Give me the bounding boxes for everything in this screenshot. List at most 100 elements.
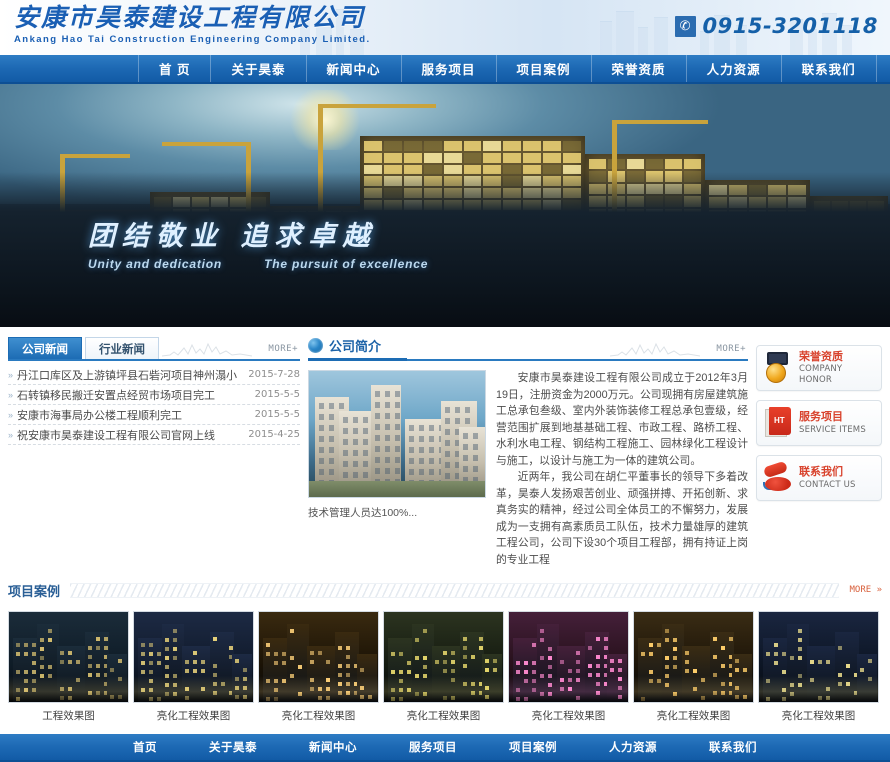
company-profile-panel: 公司简介 MORE+ 技术管理人员达100%... 安康市昊泰建设工程有限公司成… <box>308 335 748 568</box>
profile-photo-window <box>463 444 468 450</box>
profile-more-link[interactable]: MORE+ <box>716 344 746 354</box>
news-list-item[interactable]: » 丹江口库区及上游镇坪县石砦河项目神州溻小 2015-7-28 <box>8 365 300 385</box>
header-phone: ✆ 0915-3201118 <box>675 14 878 38</box>
quick-link-服务项目[interactable]: 服务项目SERVICE ITEMS <box>756 400 882 446</box>
project-case-window <box>201 660 205 664</box>
project-case-window <box>415 656 419 660</box>
project-case-window <box>774 652 778 656</box>
project-case-window <box>48 629 52 633</box>
footer-nav-item-4[interactable]: 服务项目 <box>409 739 457 755</box>
news-tab-1[interactable]: 公司新闻 <box>8 337 82 359</box>
footer-nav-item-2[interactable]: 关于昊泰 <box>209 739 257 755</box>
news-list-item[interactable]: » 石转镇移民搬迁安置点经贸市场项目完工 2015-5-5 <box>8 385 300 405</box>
hero-window <box>444 141 462 151</box>
profile-photo[interactable] <box>308 370 486 498</box>
nav-left-spacer <box>0 55 138 82</box>
nav-item-3[interactable]: 新闻中心 <box>307 55 402 82</box>
project-case-item[interactable]: 亮化工程效果图 <box>633 611 754 723</box>
project-case-window <box>810 660 814 664</box>
hero-window <box>444 153 462 163</box>
project-case-window <box>548 665 552 669</box>
project-case-item[interactable]: 亮化工程效果图 <box>383 611 504 723</box>
footer-nav-item-3[interactable]: 新闻中心 <box>309 739 357 755</box>
profile-photo-window <box>419 447 424 453</box>
news-more-link[interactable]: MORE+ <box>268 344 298 354</box>
project-case-window <box>399 652 403 656</box>
news-tab-2[interactable]: 行业新闻 <box>85 337 159 359</box>
project-case-window <box>40 665 44 669</box>
project-case-item[interactable]: 亮化工程效果图 <box>133 611 254 723</box>
project-case-window <box>149 652 153 656</box>
project-case-window <box>685 669 689 673</box>
project-case-item[interactable]: 亮化工程效果图 <box>758 611 879 723</box>
profile-photo-window <box>343 472 348 478</box>
project-case-thumbnail <box>508 611 629 703</box>
book-cover <box>769 407 791 435</box>
project-case-item[interactable]: 亮化工程效果图 <box>508 611 629 723</box>
quick-link-荣誉资质[interactable]: 荣誉资质 COMPANY HONOR <box>756 345 882 391</box>
news-item-date: 2015-5-5 <box>255 409 300 420</box>
project-case-item[interactable]: 工程效果图 <box>8 611 129 723</box>
news-list-item[interactable]: » 祝安康市昊泰建设工程有限公司官网上线 2015-4-25 <box>8 425 300 445</box>
footer-nav-item-5[interactable]: 项目案例 <box>509 739 557 755</box>
nav-item-1[interactable]: 首 页 <box>138 55 211 82</box>
project-case-window <box>540 629 544 633</box>
profile-paragraph-1: 安康市昊泰建设工程有限公司成立于2012年3月19日，注册资金为2000万元。公… <box>496 370 748 469</box>
project-case-window <box>463 655 467 659</box>
project-case-window <box>407 661 411 665</box>
news-item-title: 丹江口库区及上游镇坪县石砦河项目神州溻小 <box>17 367 248 383</box>
hero-window <box>523 153 541 163</box>
project-cases-more-link[interactable]: MORE » <box>849 585 882 595</box>
nav-item-2[interactable]: 关于昊泰 <box>211 55 306 82</box>
project-case-window <box>673 665 677 669</box>
nav-item-label: 新闻中心 <box>327 59 381 78</box>
footer-nav-item-7[interactable]: 联系我们 <box>709 739 757 755</box>
project-case-window <box>40 656 44 660</box>
profile-photo-window <box>409 436 414 442</box>
profile-photo-window <box>329 414 334 420</box>
quick-link-labels: 服务项目 SERVICE ITEMS <box>799 411 866 435</box>
project-case-window <box>610 668 614 672</box>
profile-photo-window <box>473 455 478 461</box>
profile-photo-window <box>329 469 334 475</box>
project-case-item[interactable]: 亮化工程效果图 <box>258 611 379 723</box>
nav-item-4[interactable]: 服务项目 <box>402 55 497 82</box>
footer-nav-item-6[interactable]: 人力资源 <box>609 739 657 755</box>
hero-window <box>543 141 561 151</box>
news-item-title: 祝安康市昊泰建设工程有限公司官网上线 <box>17 427 248 443</box>
profile-photo-window <box>363 417 368 423</box>
profile-photo-window <box>429 469 434 475</box>
project-case-window <box>346 646 350 650</box>
project-case-window <box>685 660 689 664</box>
nav-item-7[interactable]: 人力资源 <box>687 55 782 82</box>
project-case-window <box>693 669 697 673</box>
profile-photo-window <box>375 391 380 397</box>
profile-photo-window <box>343 428 348 434</box>
nav-item-5[interactable]: 项目案例 <box>497 55 592 82</box>
quick-link-label-en: SERVICE ITEMS <box>799 425 866 436</box>
project-case-thumbnail <box>133 611 254 703</box>
profile-photo-window <box>429 436 434 442</box>
profile-photo-window <box>319 458 324 464</box>
project-cases-grid: 工程效果图 亮化工程效果图 亮化工程效果图 亮化工程效果图 亮化工程效果图 亮化工程效果图… <box>8 611 882 723</box>
project-case-window <box>141 652 145 656</box>
site-logo[interactable]: 安康市昊泰建设工程有限公司 Ankang Hao Tai Constructio… <box>14 3 371 45</box>
hero-window <box>543 153 561 163</box>
skyline-building <box>654 17 668 55</box>
nav-item-8[interactable]: 联系我们 <box>782 55 877 82</box>
project-case-window <box>665 665 669 669</box>
project-case-window <box>310 651 314 655</box>
footer-nav-item-1[interactable]: 首页 <box>133 739 157 755</box>
nav-item-6[interactable]: 荣誉资质 <box>592 55 687 82</box>
project-case-window <box>24 643 28 647</box>
quick-link-联系我们[interactable]: 联系我们 CONTACT US <box>756 455 882 501</box>
news-list-item[interactable]: » 安康市海事局办公楼工程顺利完工 2015-5-5 <box>8 405 300 425</box>
project-case-window <box>391 670 395 674</box>
profile-panel-header: 公司简介 MORE+ <box>308 335 748 361</box>
nav-item-label: 首 页 <box>159 59 190 78</box>
project-case-window <box>713 637 717 641</box>
project-case-window <box>423 665 427 669</box>
site-header: 安康市昊泰建设工程有限公司 Ankang Hao Tai Constructio… <box>0 0 890 55</box>
project-case-caption: 亮化工程效果图 <box>133 708 254 723</box>
profile-photo-window <box>419 425 424 431</box>
